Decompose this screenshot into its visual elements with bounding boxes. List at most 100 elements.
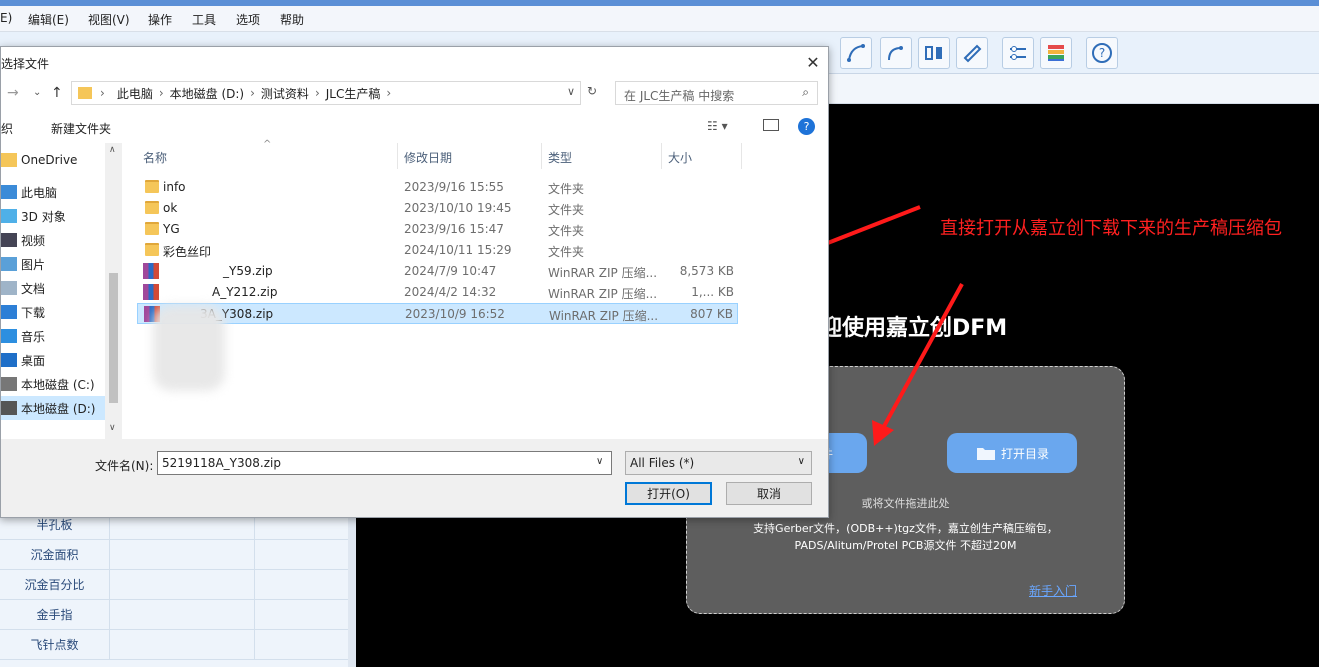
sort-up-icon: ^ — [263, 139, 272, 150]
view-options-icon[interactable]: ☷ ▾ — [707, 119, 728, 133]
cancel-button[interactable]: 取消 — [726, 482, 812, 505]
folder-icon — [145, 180, 159, 193]
file-row[interactable]: A_Y212.zip 2024/4/2 14:32 WinRAR ZIP 压缩...… — [137, 282, 738, 303]
open-button[interactable]: 打开(O) — [625, 482, 712, 505]
nav-item-pictures[interactable]: 图片 — [1, 252, 105, 276]
file-size: 1,... KB — [691, 285, 734, 299]
refresh-icon[interactable]: ↻ — [587, 84, 597, 98]
breadcrumb-item[interactable]: 此电脑 — [117, 85, 153, 102]
nav-item-videos[interactable]: 视频 — [1, 228, 105, 252]
nav-item-music[interactable]: 音乐 — [1, 324, 105, 348]
arrow-head-button — [872, 420, 894, 446]
file-date: 2023/10/10 19:45 — [404, 201, 512, 215]
search-input[interactable]: 在 JLC生产稿 中搜索 ⌕ — [615, 81, 818, 105]
file-type: WinRAR ZIP 压缩... — [548, 266, 658, 280]
nav-label: 图片 — [21, 257, 46, 272]
nav-label: 桌面 — [21, 353, 46, 368]
file-row[interactable]: YG 2023/9/16 15:47 文件夹 — [137, 219, 738, 240]
file-open-dialog: 选择文件 ✕ → ⌄ ↑ › 此电脑 › 本地磁盘 (D:) › 测试资料 › … — [0, 46, 829, 518]
file-name: 彩色丝印 — [163, 245, 212, 259]
breadcrumb-item[interactable]: 本地磁盘 (D:) — [170, 85, 244, 102]
search-icon: ⌕ — [802, 85, 809, 99]
chevron-down-icon: ∨ — [797, 456, 805, 467]
column-header: 名称 ^ 修改日期 类型 大小 — [137, 139, 742, 169]
file-type: 文件夹 — [548, 182, 585, 196]
up-icon[interactable]: ↑ — [51, 85, 63, 101]
close-icon[interactable]: ✕ — [801, 51, 825, 73]
breadcrumb-item[interactable]: JLC生产稿 — [326, 85, 381, 102]
folder-icon — [145, 222, 159, 235]
column-type[interactable]: 类型 — [548, 149, 572, 166]
help-icon[interactable]: ? — [798, 118, 815, 135]
filename-label: 文件名(N): — [95, 459, 154, 473]
recent-dropdown-icon[interactable]: ⌄ — [33, 87, 41, 98]
filetype-select[interactable]: All Files (*) ∨ — [625, 451, 812, 475]
nav-item-downloads[interactable]: 下载 — [1, 300, 105, 324]
folder-icon — [145, 201, 159, 214]
file-name: _Y59.zip — [223, 264, 273, 278]
navigation-pane: OneDrive 此电脑 3D 对象 视频 图片 文档 下载 音乐 桌面 本地磁… — [1, 143, 121, 439]
search-placeholder: 在 JLC生产稿 中搜索 — [624, 89, 735, 103]
dialog-title: 选择文件 — [1, 57, 50, 71]
cube-icon — [1, 209, 17, 223]
column-date[interactable]: 修改日期 — [404, 149, 452, 166]
nav-label: 视频 — [21, 233, 46, 248]
nav-item-documents[interactable]: 文档 — [1, 276, 105, 300]
file-size: 8,573 KB — [679, 264, 734, 278]
file-date: 2024/10/11 15:29 — [404, 243, 512, 257]
nav-item-this-pc[interactable]: 此电脑 — [1, 180, 105, 204]
file-name: YG — [163, 222, 180, 236]
music-icon — [1, 329, 17, 343]
file-name: A_Y212.zip — [212, 285, 278, 299]
nav-label: 文档 — [21, 281, 46, 296]
file-name: ok — [163, 201, 178, 215]
breadcrumb-item[interactable]: 测试资料 — [261, 85, 309, 102]
organize-button[interactable]: 织 — [1, 120, 13, 137]
cloud-icon — [1, 153, 17, 167]
dialog-titlebar: 选择文件 ✕ — [1, 47, 828, 79]
drive-icon — [1, 377, 17, 391]
file-type: 文件夹 — [548, 245, 585, 259]
nav-label: 音乐 — [21, 329, 46, 344]
file-row[interactable]: info 2023/9/16 15:55 文件夹 — [137, 177, 738, 198]
folder-icon — [78, 87, 92, 99]
picture-icon — [1, 257, 17, 271]
file-date: 2023/9/16 15:55 — [404, 180, 504, 194]
nav-label: OneDrive — [21, 153, 78, 167]
file-date: 2024/4/2 14:32 — [404, 285, 497, 299]
file-date: 2024/7/9 10:47 — [404, 264, 497, 278]
file-type: WinRAR ZIP 压缩... — [549, 309, 659, 323]
nav-item-drive-c[interactable]: 本地磁盘 (C:) — [1, 372, 105, 396]
address-dropdown-icon[interactable]: ∨ — [567, 85, 575, 98]
nav-item-desktop[interactable]: 桌面 — [1, 348, 105, 372]
new-folder-button[interactable]: 新建文件夹 — [51, 120, 111, 137]
redaction-blur — [153, 305, 225, 391]
nav-label: 此电脑 — [21, 185, 58, 200]
folder-icon — [145, 243, 159, 256]
document-icon — [1, 281, 17, 295]
file-type: 文件夹 — [548, 203, 585, 217]
command-bar: 织 新建文件夹 ☷ ▾ ? — [1, 113, 828, 141]
file-name: info — [163, 180, 186, 194]
desktop-icon — [1, 353, 17, 367]
file-row[interactable]: ok 2023/10/10 19:45 文件夹 — [137, 198, 738, 219]
file-size: 807 KB — [690, 307, 733, 321]
forward-icon[interactable]: → — [7, 85, 19, 101]
preview-pane-icon[interactable] — [763, 119, 779, 131]
address-breadcrumb[interactable]: › 此电脑 › 本地磁盘 (D:) › 测试资料 › JLC生产稿 › — [71, 81, 581, 105]
column-size[interactable]: 大小 — [668, 149, 692, 166]
file-row[interactable]: 彩色丝印 2024/10/11 15:29 文件夹 — [137, 240, 738, 261]
filename-dropdown-icon[interactable]: ∨ — [596, 456, 603, 467]
winrar-zip-icon — [143, 284, 159, 300]
nav-item-3d-objects[interactable]: 3D 对象 — [1, 204, 105, 228]
file-date: 2023/9/16 15:47 — [404, 222, 504, 236]
file-row-selected[interactable]: 3A_Y308.zip 2023/10/9 16:52 WinRAR ZIP 压缩.… — [137, 303, 738, 324]
nav-scrollbar[interactable]: ∧ ∨ — [105, 143, 122, 439]
filename-input[interactable]: 5219118A_Y308.zip — [157, 451, 612, 475]
file-row[interactable]: _Y59.zip 2024/7/9 10:47 WinRAR ZIP 压缩... 8,… — [137, 261, 738, 282]
column-name[interactable]: 名称 — [143, 149, 167, 166]
video-icon — [1, 233, 17, 247]
nav-item-onedrive[interactable]: OneDrive — [1, 148, 105, 172]
winrar-zip-icon — [143, 263, 159, 279]
nav-item-drive-d[interactable]: 本地磁盘 (D:) — [1, 396, 105, 420]
